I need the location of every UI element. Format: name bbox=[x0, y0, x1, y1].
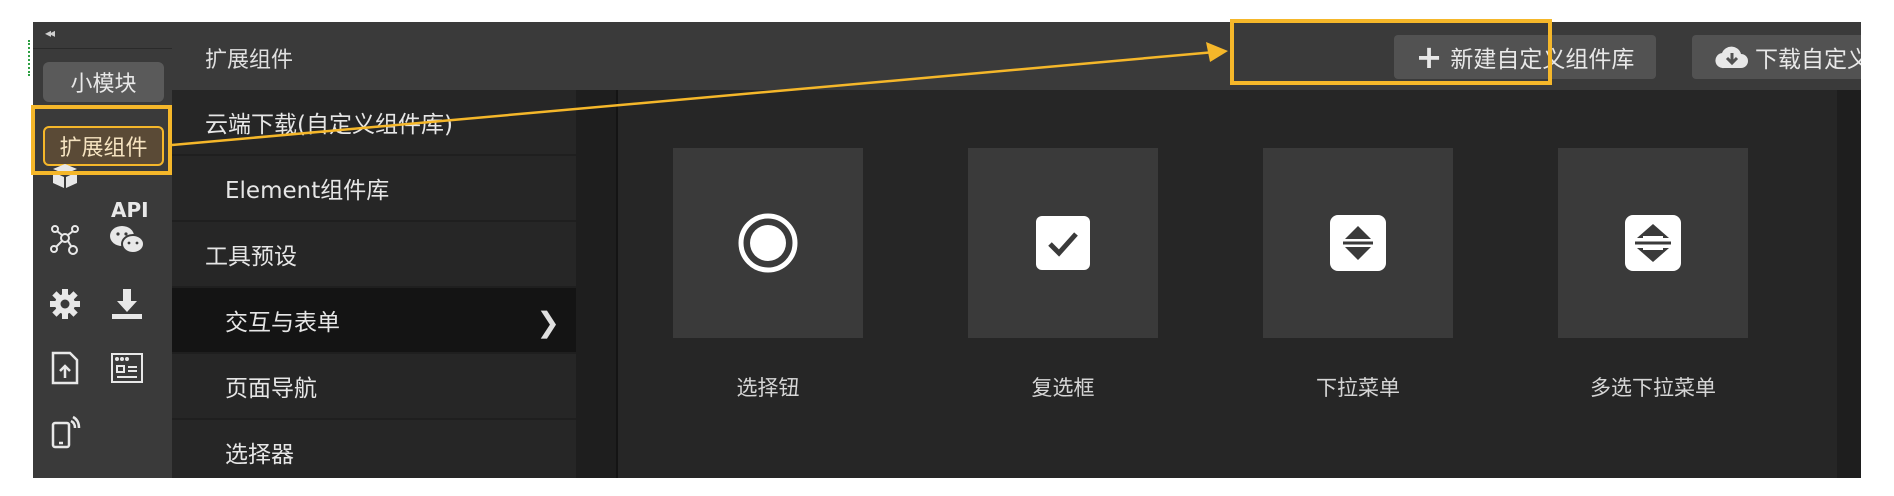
annotation-arrow bbox=[171, 42, 1228, 147]
